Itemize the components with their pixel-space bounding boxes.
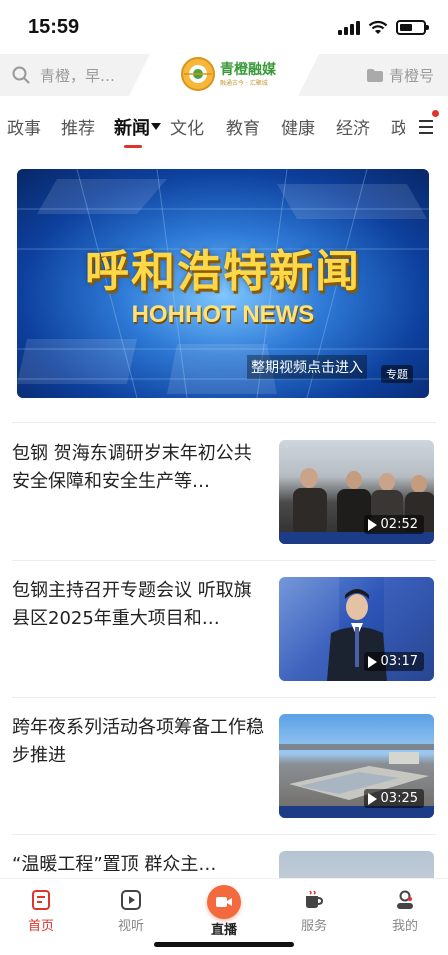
nav-label: 服务 bbox=[300, 919, 327, 934]
nav-label: 首页 bbox=[27, 919, 54, 934]
nav-home[interactable]: 首页 bbox=[6, 889, 76, 934]
tab-jiankang[interactable]: 健康 bbox=[281, 114, 315, 139]
logo-subtitle: 融通古今 · 汇聚城 bbox=[220, 79, 268, 87]
nav-label: 我的 bbox=[391, 919, 418, 934]
tab-xinwen-label: 新闻 bbox=[114, 118, 150, 139]
banner-title: 呼和浩特新闻 bbox=[85, 246, 361, 297]
divider bbox=[12, 697, 436, 698]
news-item[interactable]: 跨年夜系列活动各项筹备工作稳步推进 03:25 bbox=[0, 714, 448, 834]
battery-icon bbox=[396, 20, 429, 35]
duration-text: 03:25 bbox=[380, 791, 418, 806]
banner-caption: 整期视频点击进入 bbox=[247, 355, 367, 379]
folder-icon bbox=[366, 68, 383, 82]
nav-label: 直播 bbox=[210, 923, 237, 938]
logo-text: 青橙融媒 bbox=[220, 61, 276, 78]
duration-badge: 02:52 bbox=[363, 515, 424, 534]
notification-dot bbox=[432, 110, 439, 117]
duration-badge: 03:17 bbox=[363, 652, 424, 671]
tab-zhengshi[interactable]: 政事 bbox=[7, 114, 41, 139]
tab-jiaoyu[interactable]: 教育 bbox=[226, 114, 260, 139]
news-title: 包钢 贺海东调研岁末年初公共安全保障和安全生产等… bbox=[12, 443, 252, 492]
category-tabs: 政事 推荐 新闻 文化 教育 健康 经济 政 bbox=[0, 100, 448, 150]
menu-icon[interactable] bbox=[419, 120, 433, 138]
header: 青橙，早… 青橙融媒 融通古今 · 汇聚城 青橙号 bbox=[0, 54, 448, 96]
news-item[interactable]: 包钢 贺海东调研岁末年初公共安全保障和安全生产等… 02:52 bbox=[0, 440, 448, 560]
news-title: 跨年夜系列活动各项筹备工作稳步推进 bbox=[12, 717, 264, 766]
wifi-icon bbox=[368, 20, 388, 34]
banner-subtitle: HOHHOT NEWS bbox=[131, 301, 315, 328]
nav-service[interactable]: 服务 bbox=[279, 889, 349, 934]
tab-tuijian[interactable]: 推荐 bbox=[61, 114, 95, 139]
hero-banner[interactable]: 呼和浩特新闻 HOHHOT NEWS 整期视频点击进入 专题 bbox=[17, 169, 429, 398]
qingcheng-account-button[interactable]: 青橙号 bbox=[298, 54, 448, 96]
service-cup-icon bbox=[306, 890, 324, 908]
profile-icon bbox=[397, 890, 413, 909]
divider bbox=[12, 560, 436, 561]
home-icon bbox=[32, 890, 50, 910]
nav-media[interactable]: 视听 bbox=[96, 889, 166, 934]
duration-badge: 03:25 bbox=[363, 789, 424, 808]
duration-text: 03:17 bbox=[380, 654, 418, 669]
divider bbox=[12, 834, 436, 835]
play-icon bbox=[121, 890, 141, 910]
nav-profile[interactable]: 我的 bbox=[370, 889, 440, 934]
status-bar: 15:59 bbox=[0, 0, 448, 56]
active-tab-indicator bbox=[124, 145, 142, 148]
caret-down-icon bbox=[151, 123, 161, 130]
search-icon bbox=[12, 66, 30, 84]
news-title: “温暖工程”置顶 群众主… bbox=[12, 854, 217, 875]
home-indicator bbox=[154, 942, 294, 947]
signal-icon bbox=[338, 20, 360, 35]
play-icon bbox=[367, 655, 377, 668]
divider bbox=[12, 422, 436, 423]
news-thumbnail: 02:52 bbox=[279, 440, 434, 544]
live-icon bbox=[207, 885, 241, 919]
logo-emblem-icon bbox=[181, 57, 215, 91]
news-thumbnail: 03:25 bbox=[279, 714, 434, 818]
nav-live[interactable]: 直播 bbox=[189, 885, 259, 938]
status-icons bbox=[338, 20, 429, 35]
news-item[interactable]: 包钢主持召开专题会议 听取旗县区2025年重大项目和… 03:17 bbox=[0, 577, 448, 697]
news-thumbnail: 03:17 bbox=[279, 577, 434, 681]
status-time: 15:59 bbox=[28, 16, 80, 38]
play-icon bbox=[367, 792, 377, 805]
qingcheng-label: 青橙号 bbox=[388, 66, 434, 85]
play-icon bbox=[367, 518, 377, 531]
tab-xinwen[interactable]: 新闻 bbox=[114, 114, 161, 140]
tab-wenhua[interactable]: 文化 bbox=[170, 114, 204, 139]
nav-label: 视听 bbox=[117, 919, 144, 934]
news-title: 包钢主持召开专题会议 听取旗县区2025年重大项目和… bbox=[12, 580, 252, 629]
tab-jingji[interactable]: 经济 bbox=[336, 114, 370, 139]
duration-text: 02:52 bbox=[380, 517, 418, 532]
search-placeholder: 青橙，早… bbox=[40, 66, 116, 85]
topic-badge: 专题 bbox=[381, 365, 413, 383]
search-bar[interactable]: 青橙，早… bbox=[0, 54, 150, 96]
tab-partial[interactable]: 政 bbox=[391, 114, 405, 139]
app-logo: 青橙融媒 融通古今 · 汇聚城 bbox=[180, 56, 276, 92]
